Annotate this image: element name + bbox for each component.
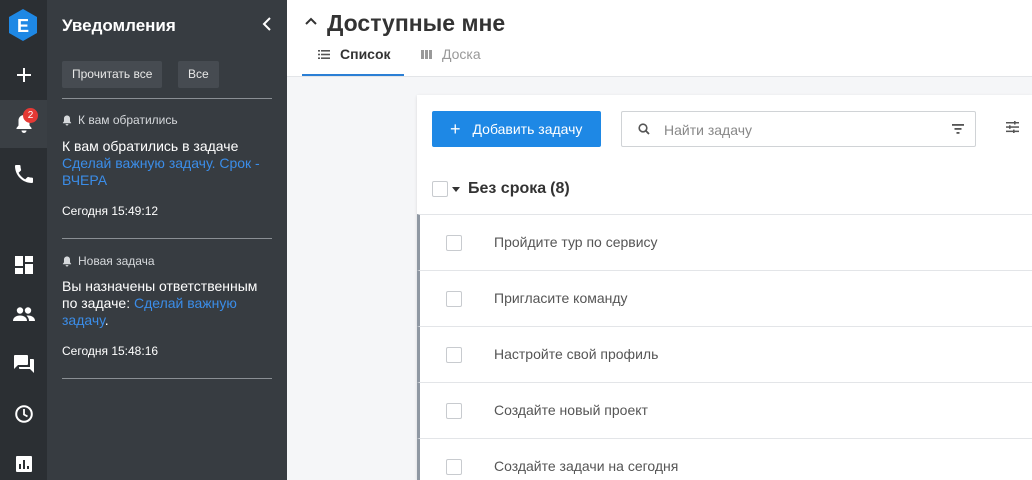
read-all-button[interactable]: Прочитать все bbox=[62, 61, 163, 88]
group-title: Без срока bbox=[468, 180, 547, 197]
notification-time: Сегодня 15:49:12 bbox=[62, 204, 159, 218]
group-count: (8) bbox=[550, 180, 570, 197]
team-button[interactable] bbox=[0, 290, 47, 338]
calls-button[interactable] bbox=[0, 150, 47, 198]
task-row[interactable]: Создайте задачи на сегодня bbox=[417, 438, 1032, 480]
history-button[interactable] bbox=[0, 390, 47, 438]
notifications-button[interactable]: 2 bbox=[0, 100, 47, 148]
notification-type: К вам обратились bbox=[78, 113, 178, 127]
notification-type: Новая задача bbox=[78, 254, 155, 268]
task-title[interactable]: Пригласите команду bbox=[494, 290, 628, 306]
bell-icon bbox=[62, 256, 72, 266]
task-row[interactable]: Пригласите команду bbox=[417, 270, 1032, 326]
app-rail: E 2 bbox=[0, 0, 47, 480]
tab-label: Доска bbox=[442, 46, 481, 62]
notification-text-suffix: . bbox=[104, 312, 109, 328]
notification-text: К вам обратились в задаче Сделай важную … bbox=[62, 138, 274, 189]
list-icon bbox=[318, 49, 330, 59]
plus-icon: + bbox=[450, 119, 461, 139]
reports-icon bbox=[15, 456, 32, 472]
search-input[interactable] bbox=[664, 120, 934, 140]
active-tab-indicator bbox=[302, 74, 404, 76]
task-checkbox[interactable] bbox=[446, 459, 462, 475]
page-title: Доступные мне bbox=[327, 10, 506, 36]
task-list-card: + Добавить задачу Без срока (8) Пройдите… bbox=[417, 95, 1032, 480]
notification-badge: 2 bbox=[23, 108, 38, 123]
task-checkbox[interactable] bbox=[446, 291, 462, 307]
task-search bbox=[621, 111, 976, 147]
task-group-header: Без срока (8) bbox=[432, 179, 570, 199]
tab-list[interactable]: Список bbox=[318, 46, 391, 62]
task-row[interactable]: Пройдите тур по сервису bbox=[417, 214, 1032, 270]
chat-button[interactable] bbox=[0, 340, 47, 388]
bell-icon bbox=[62, 115, 72, 125]
task-checkbox[interactable] bbox=[446, 235, 462, 251]
notification-header: К вам обратились bbox=[62, 113, 178, 127]
task-checkbox[interactable] bbox=[446, 403, 462, 419]
divider bbox=[62, 378, 272, 379]
notification-time: Сегодня 15:48:16 bbox=[62, 344, 159, 358]
chat-icon bbox=[13, 355, 34, 373]
task-row[interactable]: Настройте свой профиль bbox=[417, 326, 1032, 382]
add-icon bbox=[16, 68, 31, 82]
dashboard-button[interactable] bbox=[0, 241, 47, 289]
add-button[interactable] bbox=[0, 51, 47, 99]
divider bbox=[62, 98, 272, 99]
notifications-panel: Уведомления Прочитать все Все К вам обра… bbox=[47, 0, 287, 480]
task-title[interactable]: Создайте задачи на сегодня bbox=[494, 458, 678, 474]
task-title[interactable]: Пройдите тур по сервису bbox=[494, 234, 658, 250]
notification-text: Вы назначены ответственным по задаче: Сд… bbox=[62, 278, 274, 329]
chevron-up-icon[interactable] bbox=[305, 17, 317, 25]
sliders-icon[interactable] bbox=[1006, 121, 1019, 133]
phone-icon bbox=[14, 165, 33, 183]
task-list: Пройдите тур по сервису Пригласите коман… bbox=[417, 214, 1032, 480]
reports-button[interactable] bbox=[0, 440, 47, 480]
add-task-button[interactable]: + Добавить задачу bbox=[432, 111, 601, 147]
add-task-label: Добавить задачу bbox=[472, 121, 583, 137]
tab-board[interactable]: Доска bbox=[421, 46, 481, 62]
task-title[interactable]: Создайте новый проект bbox=[494, 402, 648, 418]
team-icon bbox=[12, 307, 35, 321]
task-title[interactable]: Настройте свой профиль bbox=[494, 346, 658, 362]
notification-text-prefix: К вам обратились в задаче bbox=[62, 138, 239, 154]
svg-text:E: E bbox=[17, 16, 29, 36]
caret-down-icon[interactable] bbox=[452, 186, 460, 192]
divider bbox=[62, 238, 272, 239]
clock-icon bbox=[14, 405, 33, 423]
tab-label: Список bbox=[340, 46, 391, 62]
task-link[interactable]: Сделай важную задачу. Срок - ВЧЕРА bbox=[62, 155, 260, 188]
task-row[interactable]: Создайте новый проект bbox=[417, 382, 1032, 438]
group-checkbox[interactable] bbox=[432, 181, 448, 197]
search-icon bbox=[638, 123, 650, 135]
all-button[interactable]: Все bbox=[178, 61, 219, 88]
dashboard-icon bbox=[14, 256, 33, 274]
filter-icon[interactable] bbox=[952, 124, 964, 134]
app-logo[interactable]: E bbox=[8, 8, 38, 42]
panel-title: Уведомления bbox=[62, 16, 176, 35]
main-header: Доступные мне Список Доска bbox=[287, 0, 1032, 77]
board-icon bbox=[421, 49, 432, 59]
task-checkbox[interactable] bbox=[446, 347, 462, 363]
notification-header: Новая задача bbox=[62, 254, 155, 268]
chevron-left-icon[interactable] bbox=[259, 14, 275, 34]
